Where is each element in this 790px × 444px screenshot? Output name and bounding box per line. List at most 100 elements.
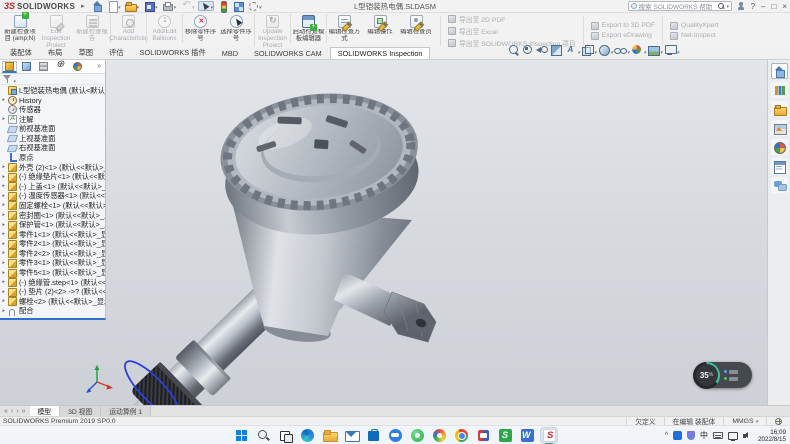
tree-item[interactable]: 上视基准面 [1,134,105,144]
close-button[interactable]: × [782,2,787,11]
tree-item[interactable]: 右视基准面 [1,144,105,154]
dropdown-caret-icon[interactable] [173,2,176,11]
export-button[interactable]: Export eDrawing [591,32,655,40]
undo-icon[interactable] [180,1,196,11]
section-view-icon[interactable] [550,44,563,56]
export-button[interactable]: Net-Inspect [670,32,718,40]
dropdown-caret-icon[interactable] [155,2,158,11]
document-tab[interactable]: 3D 视图 [60,406,101,416]
dropdown-caret-icon[interactable] [660,41,663,59]
edge-icon[interactable] [298,427,316,444]
filter-caret-icon[interactable] [13,70,16,88]
tree-item[interactable]: ▸ 外壳 (2)<1> (默认<<默认>_显示状 [1,163,105,173]
ribbon-button[interactable]: Update Inspection Project [254,14,290,49]
document-tab[interactable]: 运动算例 1 [101,406,151,416]
hide-show-items-icon[interactable] [614,41,630,59]
battery-indicator-widget[interactable]: 35% [694,362,752,388]
commandmanager-tab[interactable]: SOLIDWORKS 插件 [132,46,214,59]
graphics-viewport[interactable]: 35% [0,60,790,405]
export-button[interactable]: 导出至 Excel [448,26,576,36]
zoom-fit-icon[interactable] [508,44,521,56]
ribbon-button[interactable]: 启动检查模板编辑器 [290,14,326,43]
tab-overflow-arrows[interactable]: » [97,63,103,70]
forum-icon[interactable] [771,177,788,193]
tree-root-item[interactable]: L型铠装热电偶 (默认<默认_显示状态-1 [1,86,105,96]
appearances-icon[interactable] [771,139,788,155]
custom-properties-icon[interactable] [771,158,788,174]
web-status[interactable] [766,417,790,425]
ribbon-button[interactable]: Add Characteristic [110,14,146,43]
commandmanager-tab[interactable]: MBD [214,47,246,59]
task-view-icon[interactable] [276,427,294,444]
featuremanager-tab[interactable] [70,61,85,73]
tree-item[interactable]: ▸ 密封圈<1> (默认<<默认>_显示状 [1,211,105,221]
tab-nav-button[interactable]: « [4,408,8,415]
settings-gear-icon[interactable] [247,1,263,11]
ribbon-button[interactable]: 编辑检查员 [398,14,434,36]
tree-item[interactable]: ▸ 零件5<1> (默认<<默认>_显示状 [1,268,105,278]
open-icon[interactable] [124,1,140,11]
tree-item[interactable]: ▸ 配合 [1,307,105,317]
dropdown-caret-icon[interactable] [611,41,614,59]
browser-360-icon[interactable] [408,427,426,444]
view-settings-icon[interactable] [664,41,680,59]
tree-item[interactable]: ▸ (-) 垫片 (2)<2> ->? (默认<<默认 [1,287,105,297]
commandmanager-tab[interactable]: 草图 [70,46,101,59]
commandmanager-tab[interactable]: SOLIDWORKS Inspection [330,47,431,59]
dropdown-caret-icon[interactable] [594,41,597,59]
tree-item[interactable]: ▸ 螺栓<2> (默认<<默认>_显示状态 [1,297,105,307]
print-icon[interactable] [161,1,177,11]
ribbon-button[interactable]: 新建检查项目 (amp;N) [2,14,38,43]
commandmanager-tab[interactable]: 评估 [101,46,132,59]
tree-item[interactable]: 原点 [1,153,105,163]
dropdown-caret-icon[interactable] [677,41,680,59]
dropdown-caret-icon[interactable] [192,2,195,11]
dropdown-caret-icon[interactable] [644,41,647,59]
ribbon-button[interactable]: 编辑操作 [362,14,398,36]
save-icon[interactable] [143,1,159,11]
tray-shield-icon[interactable] [687,431,695,440]
tree-item[interactable]: ▸ 保护管<1> (默认<<默认>_显示状 [1,220,105,230]
edit-appearance-icon[interactable] [631,41,647,59]
minimize-button[interactable]: – [761,2,765,11]
wps-sheet-icon[interactable] [496,427,514,444]
search-dropdown-caret-icon[interactable] [726,3,729,10]
ime-language-indicator[interactable]: 中 [700,430,708,441]
export-button[interactable]: Export to 3D PDF [591,22,655,30]
store-icon[interactable] [364,427,382,444]
tree-item[interactable]: 传感器 [1,105,105,115]
display-icon[interactable] [728,432,738,440]
battery-widget-button-bottom[interactable] [724,377,738,381]
display-style-icon[interactable] [598,41,614,59]
restore-button[interactable]: □ [771,2,776,11]
previous-view-icon[interactable] [536,44,549,56]
tree-item[interactable]: ▸ (-) 上盖<1> (默认<<默认>_显示状 [1,182,105,192]
cloud-icon[interactable] [386,427,404,444]
dynamic-annotation-icon[interactable] [564,41,580,59]
clock[interactable]: 16:09 2022/8/15 [758,429,786,443]
wps-doc-icon[interactable] [518,427,536,444]
design-library-icon[interactable] [771,82,788,98]
menu-expand-arrow[interactable]: ▸ [81,2,85,10]
dropdown-caret-icon[interactable] [118,2,121,11]
tab-nav-button[interactable]: » [22,408,26,415]
ribbon-button[interactable]: 编辑检查方式 [326,14,362,43]
ribbon-button[interactable]: Add/Edit Balloons [146,14,182,43]
apply-scene-icon[interactable] [647,41,663,59]
file-explorer-icon2[interactable] [771,101,788,117]
login-user-icon[interactable] [737,2,745,10]
search-icon[interactable] [718,3,724,9]
tree-item[interactable]: ▸ (-) 温度传感器<1> (默认<<默认>_ [1,192,105,202]
tab-nav-button[interactable]: ‹ [11,408,13,415]
tree-item[interactable]: ▸ (-) 绝缘管.step<1> (默认<<默认 [1,278,105,288]
tree-item[interactable]: ▸ 零件3<1> (默认<<默认>_显示状 [1,259,105,269]
tree-item[interactable]: ▸ (-) 绝缘垫片<1> (默认<<默认>_显 [1,172,105,182]
tree-item[interactable]: ▸ 零件2<1> (默认<<默认>_显示状 [1,240,105,250]
dropdown-caret-icon[interactable] [577,41,580,59]
tree-item[interactable]: ▸ 零件2<2> (默认<<默认>_显示状 [1,249,105,259]
keyboard-icon[interactable] [713,432,723,439]
tree-filter-input[interactable] [0,74,105,85]
select-cursor-icon[interactable] [198,1,214,11]
search-icon[interactable] [254,427,272,444]
ribbon-button[interactable]: Edit Inspection Project [38,14,74,49]
